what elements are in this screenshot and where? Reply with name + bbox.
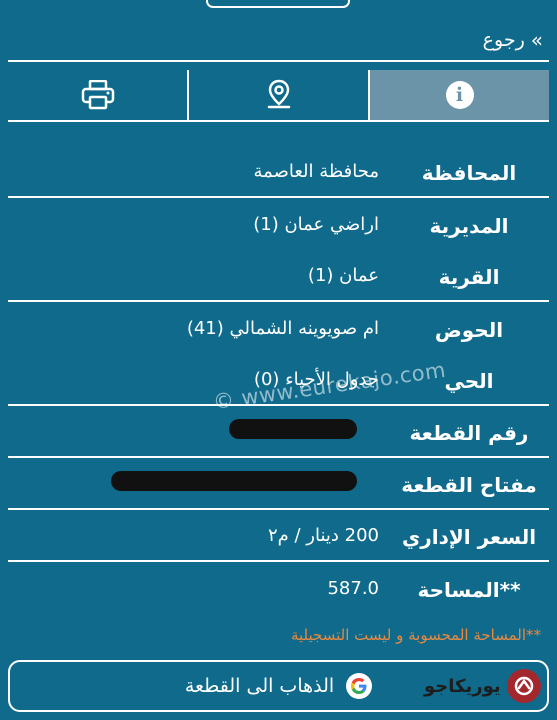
row-plot-number: رقم القطعة — [8, 406, 549, 458]
directorate-label: المديرية — [429, 214, 509, 238]
admin-price-value: 200 دينار / م٢ — [267, 524, 379, 546]
top-pill-button[interactable] — [206, 0, 350, 8]
info-icon: i — [445, 81, 474, 109]
tab-location[interactable] — [189, 70, 370, 122]
back-label: رجوع — [482, 29, 525, 51]
tab-print[interactable] — [8, 70, 189, 122]
map-pin-icon — [267, 79, 290, 109]
plot-key-value — [8, 470, 389, 496]
village-label: القرية — [438, 265, 500, 289]
double-chevron-right-icon: » — [530, 28, 543, 52]
plot-number-value — [8, 418, 389, 444]
area-note: **المساحة المحسوبة و ليست التسجيلية — [290, 626, 541, 644]
google-icon — [346, 673, 373, 699]
row-plot-key: مفتاح القطعة — [8, 458, 549, 510]
row-governorate: المحافظة محافظة العاصمة — [8, 146, 549, 198]
basin-label: الحوض — [434, 318, 504, 342]
eureka-logo-icon — [506, 669, 541, 703]
basin-value: ام صويوينه الشمالي (41) — [186, 317, 379, 339]
area-label: **المساحة — [417, 578, 521, 602]
area-value: 587.0 — [327, 577, 379, 599]
row-admin-price: السعر الإداري 200 دينار / م٢ — [8, 510, 549, 562]
row-area: **المساحة 587.0 — [8, 562, 549, 614]
row-village: القرية عمان (1) — [8, 250, 549, 302]
header-divider — [8, 60, 549, 62]
directorate-value: اراضي عمان (1) — [253, 213, 379, 235]
redacted-plot-key — [111, 470, 357, 491]
eureka-logo: يوريكاجو — [424, 666, 542, 706]
district-label: الحي — [444, 369, 494, 393]
tab-bar: i — [8, 70, 549, 122]
plot-number-label: رقم القطعة — [409, 421, 529, 445]
row-district: الحي جدول الأحياء (0) — [8, 354, 549, 406]
governorate-value: محافظة العاصمة — [253, 160, 379, 182]
logo-text: يوريكاجو — [424, 675, 501, 697]
village-value: عمان (1) — [307, 264, 379, 286]
tab-info[interactable]: i — [370, 70, 549, 122]
row-basin: الحوض ام صويوينه الشمالي (41) — [8, 302, 549, 354]
back-button[interactable]: » رجوع — [483, 26, 543, 54]
row-directorate: المديرية اراضي عمان (1) — [8, 198, 549, 250]
go-to-plot-label: الذهاب الى القطعة — [184, 675, 335, 697]
admin-price-label: السعر الإداري — [401, 525, 537, 549]
printer-icon — [81, 80, 114, 110]
details-table: المحافظة محافظة العاصمة المديرية اراضي ع… — [8, 146, 549, 614]
plot-key-label: مفتاح القطعة — [401, 473, 537, 497]
redacted-plot-number — [229, 418, 357, 439]
governorate-label: المحافظة — [421, 161, 517, 185]
district-value: جدول الأحياء (0) — [253, 368, 379, 390]
